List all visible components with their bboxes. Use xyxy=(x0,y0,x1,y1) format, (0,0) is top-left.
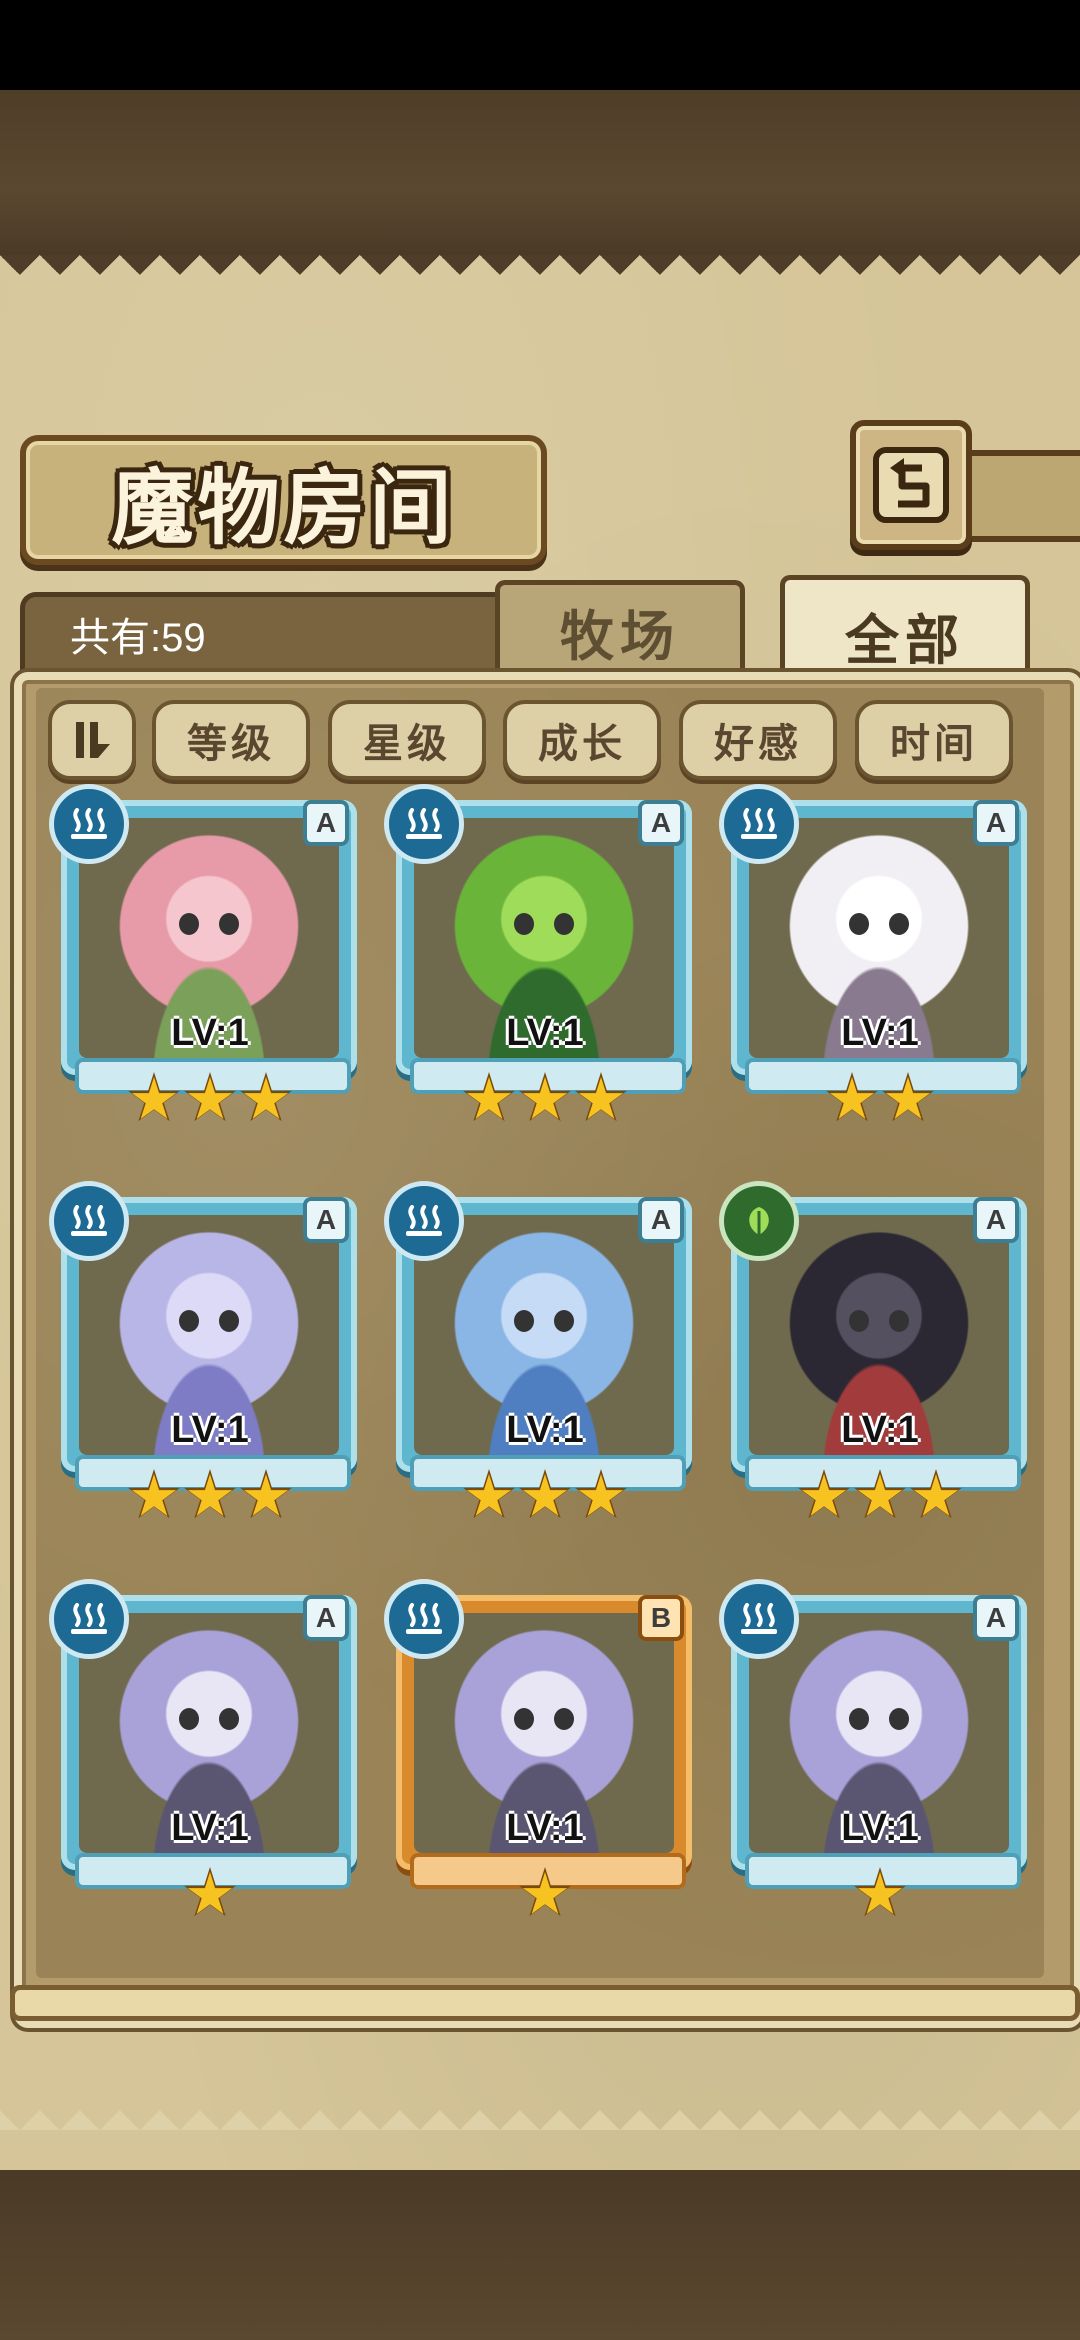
star-rating xyxy=(390,1867,700,1921)
header-background xyxy=(0,90,1080,255)
rank-badge: A xyxy=(303,1197,349,1243)
star-rating xyxy=(55,1867,365,1921)
level-label: LV:1 xyxy=(841,1409,919,1451)
status-bar xyxy=(0,0,1080,90)
water-element-icon xyxy=(719,784,799,864)
back-button-rail xyxy=(960,450,1080,542)
monster-count: 共有:59 xyxy=(70,616,206,660)
monster-card[interactable]: A LV:1 xyxy=(49,1579,365,1921)
star-icon xyxy=(825,1072,879,1126)
star-icon xyxy=(462,1469,516,1523)
water-element-icon xyxy=(49,1181,129,1261)
monster-card[interactable]: A LV:1 xyxy=(49,784,365,1126)
star-rating xyxy=(55,1072,365,1126)
monster-card[interactable]: A LV:1 xyxy=(719,784,1035,1126)
return-icon xyxy=(873,447,949,523)
level-label: LV:1 xyxy=(506,1807,584,1849)
page-title: 魔物房间 xyxy=(111,460,456,556)
star-icon xyxy=(127,1469,181,1523)
star-icon xyxy=(909,1469,963,1523)
back-button[interactable] xyxy=(850,420,972,550)
star-icon xyxy=(518,1469,572,1523)
sort-affection-button[interactable]: 好感 xyxy=(679,700,837,780)
rank-badge: A xyxy=(638,800,684,846)
torn-edge-bottom xyxy=(0,2090,1080,2130)
level-label: LV:1 xyxy=(841,1807,919,1849)
water-element-icon xyxy=(719,1579,799,1659)
star-icon xyxy=(518,1072,572,1126)
star-icon xyxy=(853,1469,907,1523)
rank-badge: A xyxy=(303,1595,349,1641)
water-element-icon xyxy=(49,784,129,864)
star-rating xyxy=(725,1867,1035,1921)
level-label: LV:1 xyxy=(841,1012,919,1054)
water-element-icon xyxy=(384,1181,464,1261)
star-icon xyxy=(881,1072,935,1126)
star-icon xyxy=(574,1072,628,1126)
star-icon xyxy=(183,1469,237,1523)
panel-bottom-rail xyxy=(10,1985,1080,2021)
water-element-icon xyxy=(49,1579,129,1659)
monster-card[interactable]: A LV:1 xyxy=(384,784,700,1126)
star-icon xyxy=(183,1072,237,1126)
sort-star-button[interactable]: 星级 xyxy=(328,700,486,780)
monster-card[interactable]: A LV:1 xyxy=(49,1181,365,1523)
water-element-icon xyxy=(384,1579,464,1659)
monster-card[interactable]: A LV:1 xyxy=(384,1181,700,1523)
monster-card[interactable]: A LV:1 xyxy=(719,1181,1035,1523)
star-rating xyxy=(725,1469,1035,1523)
star-icon xyxy=(462,1072,516,1126)
star-icon xyxy=(183,1867,237,1921)
rank-badge: B xyxy=(638,1595,684,1641)
monster-card[interactable]: A LV:1 xyxy=(719,1579,1035,1921)
water-element-icon xyxy=(384,784,464,864)
sort-order-icon xyxy=(76,722,110,758)
star-rating xyxy=(725,1072,1035,1126)
level-label: LV:1 xyxy=(506,1012,584,1054)
rank-badge: A xyxy=(973,1197,1019,1243)
star-icon xyxy=(853,1867,907,1921)
sort-time-button[interactable]: 时间 xyxy=(855,700,1013,780)
star-icon xyxy=(239,1072,293,1126)
title-plate: 魔物房间 xyxy=(20,435,547,565)
star-rating xyxy=(55,1469,365,1523)
monster-card[interactable]: B LV:1 xyxy=(384,1579,700,1921)
sort-level-button[interactable]: 等级 xyxy=(152,700,310,780)
star-icon xyxy=(127,1072,181,1126)
star-rating xyxy=(390,1072,700,1126)
star-icon xyxy=(574,1469,628,1523)
sort-order-toggle[interactable] xyxy=(48,700,136,780)
star-rating xyxy=(390,1469,700,1523)
level-label: LV:1 xyxy=(171,1409,249,1451)
star-icon xyxy=(518,1867,572,1921)
level-label: LV:1 xyxy=(171,1807,249,1849)
level-label: LV:1 xyxy=(171,1012,249,1054)
sort-row: 等级 星级 成长 好感 时间 xyxy=(0,700,1080,780)
footer-background xyxy=(0,2170,1080,2340)
rank-badge: A xyxy=(973,1595,1019,1641)
star-icon xyxy=(239,1469,293,1523)
leaf-element-icon xyxy=(719,1181,799,1261)
star-icon xyxy=(797,1469,851,1523)
level-label: LV:1 xyxy=(506,1409,584,1451)
torn-edge-top xyxy=(0,255,1080,295)
sort-growth-button[interactable]: 成长 xyxy=(503,700,661,780)
rank-badge: A xyxy=(638,1197,684,1243)
tab-ranch[interactable]: 牧场 xyxy=(495,580,745,677)
rank-badge: A xyxy=(973,800,1019,846)
rank-badge: A xyxy=(303,800,349,846)
